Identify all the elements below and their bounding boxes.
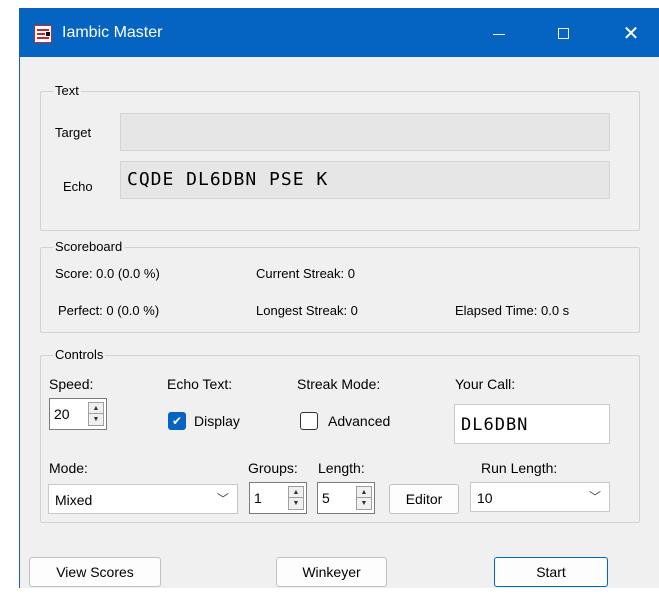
target-label: Target — [55, 125, 92, 140]
advanced-label[interactable]: Advanced — [328, 413, 390, 429]
spin-down-icon[interactable]: ▼ — [357, 498, 371, 509]
minimize-icon — [493, 33, 505, 35]
check-icon: ✔ — [171, 414, 183, 428]
echo-label: Echo — [63, 179, 93, 194]
streak-mode-label: Streak Mode: — [297, 376, 381, 392]
mode-select[interactable]: Mixed ﹀ — [48, 484, 238, 514]
groups-value: 1 — [254, 490, 262, 506]
length-value: 5 — [322, 490, 330, 506]
view-scores-button[interactable]: View Scores — [29, 557, 161, 587]
app-window: Iambic Master ✕ Text Target Echo CQDE DL… — [19, 8, 659, 588]
your-call-label: Your Call: — [455, 376, 516, 392]
groups-stepper[interactable]: 1 ▲ ▼ — [249, 482, 307, 514]
echo-field: CQDE DL6DBN PSE K — [120, 161, 610, 199]
spin-up-icon[interactable]: ▲ — [289, 487, 303, 498]
mode-value: Mixed — [55, 492, 93, 508]
longest-streak-text: Longest Streak: 0 — [256, 303, 358, 318]
start-button[interactable]: Start — [494, 557, 608, 587]
text-group: Text Target Echo CQDE DL6DBN PSE K — [40, 83, 640, 231]
echo-text-label: Echo Text: — [167, 376, 233, 392]
controls-label: Controls — [53, 347, 106, 363]
groups-label: Groups: — [248, 460, 298, 476]
speed-label: Speed: — [49, 376, 94, 392]
minimize-button[interactable] — [476, 9, 522, 57]
chevron-down-icon: ﹀ — [216, 492, 229, 506]
maximize-icon — [557, 27, 569, 39]
run-length-select[interactable]: 10 ﹀ — [470, 482, 610, 512]
text-group-label: Text — [53, 83, 81, 99]
length-stepper[interactable]: 5 ▲ ▼ — [317, 482, 375, 514]
length-spin-buttons[interactable]: ▲ ▼ — [356, 486, 372, 510]
controls-group: Controls Speed: 20 ▲ ▼ Echo Text: ✔ Disp… — [40, 347, 640, 523]
editor-button[interactable]: Editor — [389, 484, 459, 514]
score-text: Score: 0.0 (0.0 %) — [55, 266, 160, 281]
window-title: Iambic Master — [62, 24, 163, 41]
display-checkbox[interactable]: ✔ — [168, 412, 186, 430]
mode-label: Mode: — [49, 460, 88, 476]
close-button[interactable]: ✕ — [608, 9, 654, 57]
speed-value: 20 — [54, 406, 70, 422]
maximize-button[interactable] — [540, 9, 586, 57]
spin-down-icon[interactable]: ▼ — [289, 498, 303, 509]
scoreboard-group: Scoreboard Score: 0.0 (0.0 %) Current St… — [40, 239, 640, 333]
perfect-text: Perfect: 0 (0.0 %) — [58, 303, 160, 318]
run-length-label: Run Length: — [481, 460, 558, 476]
target-field — [120, 113, 610, 151]
spin-down-icon[interactable]: ▼ — [89, 414, 103, 425]
advanced-checkbox[interactable] — [300, 412, 318, 430]
elapsed-time-text: Elapsed Time: 0.0 s — [455, 303, 570, 318]
chevron-down-icon: ﹀ — [588, 490, 601, 504]
your-call-input[interactable]: DL6DBN — [454, 404, 610, 444]
length-label: Length: — [318, 460, 365, 476]
title-bar[interactable]: Iambic Master ✕ — [20, 9, 659, 57]
scoreboard-label: Scoreboard — [53, 239, 125, 255]
run-length-value: 10 — [477, 490, 493, 506]
close-icon: ✕ — [622, 21, 640, 45]
app-icon — [34, 25, 52, 43]
winkeyer-button[interactable]: Winkeyer — [276, 557, 387, 587]
spin-up-icon[interactable]: ▲ — [357, 487, 371, 498]
speed-spin-buttons[interactable]: ▲ ▼ — [88, 402, 104, 426]
groups-spin-buttons[interactable]: ▲ ▼ — [288, 486, 304, 510]
speed-stepper[interactable]: 20 ▲ ▼ — [49, 398, 107, 430]
current-streak-text: Current Streak: 0 — [256, 266, 355, 281]
spin-up-icon[interactable]: ▲ — [89, 403, 103, 414]
display-label[interactable]: Display — [194, 413, 240, 429]
